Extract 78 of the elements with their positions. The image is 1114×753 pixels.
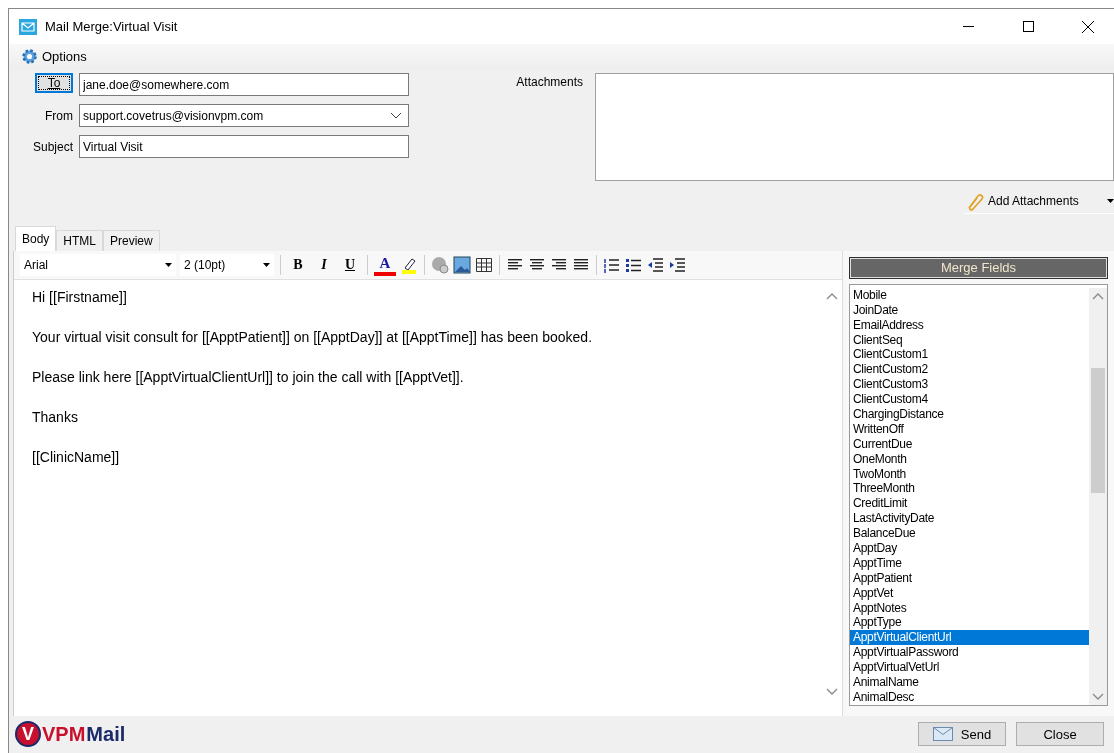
scroll-up-icon[interactable] [826,291,838,300]
merge-field-item[interactable]: TwoMonth [850,466,1089,482]
merge-field-item[interactable]: ChargingDistance [850,406,1089,422]
subject-field[interactable]: Virtual Visit [79,135,409,159]
indent-icon[interactable] [669,255,687,274]
bold-button[interactable]: B [287,253,309,276]
caret-icon[interactable] [263,262,270,267]
merge-field-item[interactable]: ClientCustom2 [850,362,1089,378]
merge-field-item[interactable]: ClientCustom3 [850,377,1089,393]
scroll-up-icon[interactable] [1092,291,1104,300]
caret-icon[interactable] [165,262,172,267]
attachments-label: Attachments [515,74,583,92]
subject-label: Subject [31,139,73,154]
envelope-icon[interactable] [932,727,953,742]
scroll-down-icon[interactable] [1092,692,1104,701]
send-button[interactable]: Send [918,722,1006,747]
merge-field-item[interactable]: CurrentDue [850,436,1089,452]
scrollbar-thumb[interactable] [1091,367,1105,493]
to-field[interactable]: jane.doe@somewhere.com [79,73,409,97]
from-label: From [44,108,73,123]
font-dropdown[interactable]: Arial [20,253,176,276]
close-button[interactable]: Close [1016,722,1104,747]
tab[interactable]: HTML [56,229,104,251]
globe-link-icon[interactable] [431,255,449,274]
italic-button[interactable]: I [313,253,335,276]
outdent-icon[interactable] [647,255,665,274]
merge-field-item[interactable]: ClientCustom4 [850,392,1089,407]
merge-field-item[interactable]: AnimalDesc [850,689,1089,705]
merge-fields-list[interactable] [849,283,1108,706]
caret-icon[interactable] [1107,199,1114,204]
merge-field-item[interactable]: EmailAddress [850,317,1089,333]
minimize-icon[interactable] [962,25,974,28]
merge-field-item[interactable]: ClientSeq [850,332,1089,348]
merge-field-item[interactable]: WrittenOff [850,421,1089,437]
table-icon[interactable] [475,255,493,274]
merge-field-item[interactable]: LastActivityDate [850,511,1089,527]
font-color-button[interactable]: A [374,253,396,276]
body-paragraph: [[ClinicName]] [32,447,121,467]
body-paragraph: Please link here [[ApptVirtualClientUrl]] to join the call with [[ApptVet]]. [32,367,465,387]
body-paragraph: Thanks [32,407,79,427]
maximize-icon[interactable] [1022,21,1034,32]
tab[interactable]: Body [15,225,57,251]
chevron-down-icon[interactable] [390,112,402,120]
merge-field-item[interactable]: ThreeMonth [850,481,1089,497]
merge-field-item[interactable]: AnimalName [850,675,1089,690]
to-button[interactable]: To [35,73,73,94]
underline-button[interactable]: U [339,253,361,276]
merge-field-item[interactable]: ApptTime [850,555,1089,571]
add-attachments-button[interactable]: Add Attachments [964,189,1114,215]
merge-field-item[interactable]: ApptNotes [850,600,1089,616]
merge-field-item[interactable]: CreditLimit [850,496,1089,512]
merge-field-item[interactable]: BalanceDue [850,526,1089,541]
merge-fields-header: Merge Fields [849,256,1108,279]
image-icon[interactable] [453,255,471,274]
from-dropdown[interactable]: support.covetrus@visionvpm.com [79,104,409,128]
tab[interactable]: Preview [103,229,160,251]
body-paragraph: Hi [[Firstname]] [32,287,128,307]
merge-field-item[interactable]: OneMonth [850,451,1089,467]
scroll-down-icon[interactable] [826,687,838,696]
merge-field-item[interactable]: JoinDate [850,302,1089,318]
body-paragraph: Your virtual visit consult for [[ApptPatient]] on [[ApptDay]] at [[ApptTime]] has been booked. [32,327,594,347]
attachments-box[interactable] [595,73,1114,182]
merge-field-item[interactable]: ApptPatient [850,570,1089,586]
options-menu[interactable]: Options [42,49,87,65]
mail-icon [19,18,37,35]
merge-field-item[interactable]: Mobile [850,287,1089,303]
merge-field-item[interactable]: ApptVirtualPassword [850,645,1089,661]
merge-field-item[interactable]: ApptType [850,615,1089,631]
close-icon[interactable] [1082,20,1094,33]
logo: V VPMMail [15,721,918,748]
merge-field-item[interactable]: ApptVirtualVetUrl [850,660,1089,675]
merge-field-item[interactable]: ApptVet [850,585,1089,601]
size-dropdown[interactable]: 2 (10pt) [180,253,274,276]
window-title: Mail Merge:Virtual Visit [45,19,179,34]
settings-icon[interactable] [21,48,38,66]
merge-field-item[interactable]: ApptDay [850,541,1089,556]
merge-field-item[interactable]: ClientCustom1 [850,347,1089,363]
merge-field-item[interactable]: ApptVirtualClientUrl [850,630,1089,646]
